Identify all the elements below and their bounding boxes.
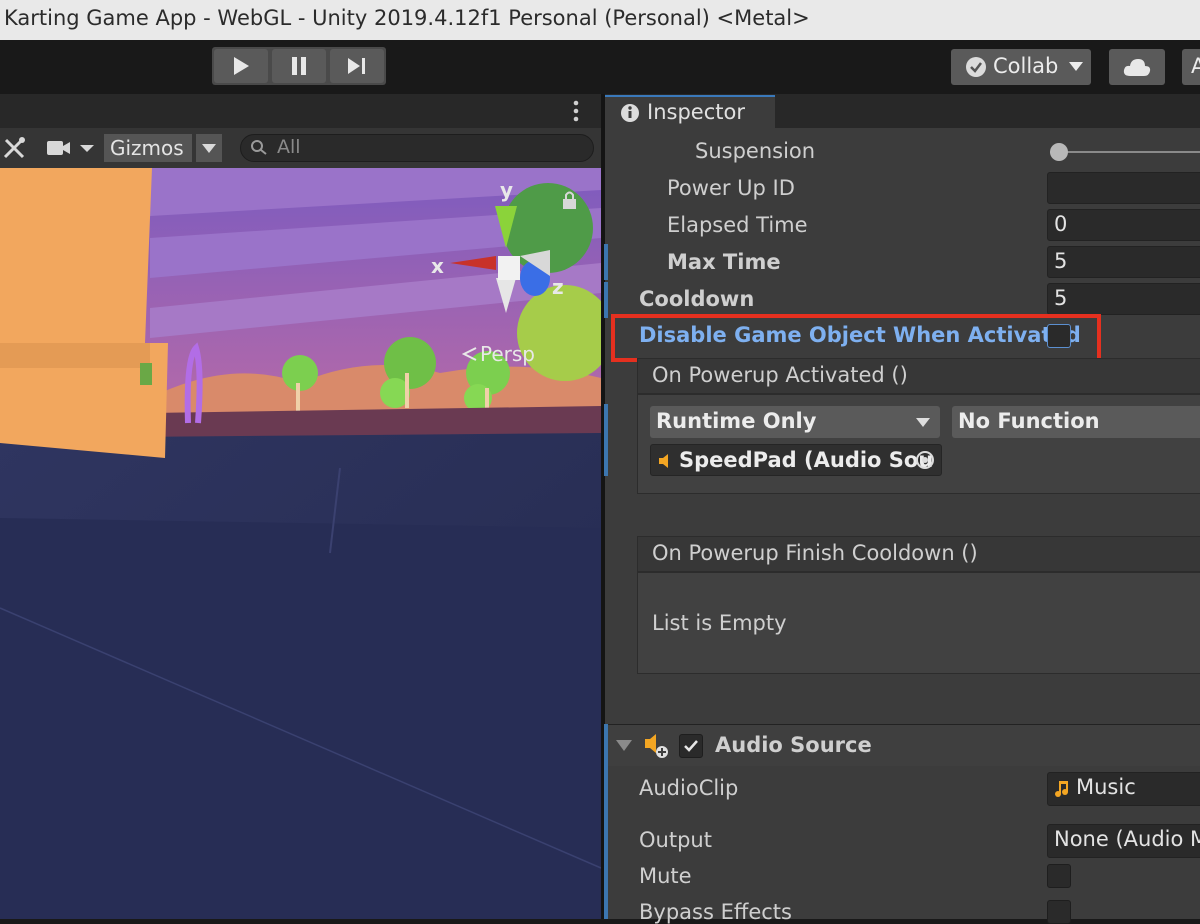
info-icon xyxy=(621,104,639,122)
scene-viewport[interactable]: y x z Persp xyxy=(0,168,601,919)
perspective-arrow-icon xyxy=(462,347,477,361)
step-button[interactable] xyxy=(330,49,384,83)
power-up-id-field[interactable] xyxy=(1047,172,1200,204)
cloud-button[interactable] xyxy=(1109,49,1165,85)
power-up-id-label: Power Up ID xyxy=(667,176,795,200)
camera-icon[interactable] xyxy=(46,137,98,159)
runtime-mode-dropdown[interactable]: Runtime Only xyxy=(650,406,940,438)
audio-source-title: Audio Source xyxy=(715,733,872,757)
axis-z-label: z xyxy=(552,275,564,299)
max-time-label: Max Time xyxy=(667,250,781,274)
modified-indicator xyxy=(604,724,608,919)
audioclip-label: AudioClip xyxy=(639,776,739,800)
max-time-field[interactable]: 5 xyxy=(1047,246,1200,278)
axis-y-label: y xyxy=(500,178,514,202)
suspension-slider[interactable] xyxy=(1050,140,1200,164)
projection-label[interactable]: Persp xyxy=(480,342,535,366)
output-label: Output xyxy=(639,828,712,852)
tab-inspector[interactable]: Inspector xyxy=(605,95,775,128)
step-icon xyxy=(348,58,365,74)
modified-indicator xyxy=(604,404,608,476)
play-icon xyxy=(234,57,249,75)
function-value: No Function xyxy=(958,409,1100,433)
window-title-bar: Karting Game App - WebGL - Unity 2019.4.… xyxy=(0,0,1200,40)
chevron-down-icon xyxy=(916,418,930,427)
cloud-icon xyxy=(1123,59,1151,76)
scene-tab-bar xyxy=(0,94,601,128)
list-empty-text: List is Empty xyxy=(652,611,787,635)
search-placeholder: All xyxy=(277,136,301,158)
mute-checkbox[interactable] xyxy=(1047,864,1071,888)
on-powerup-activated-title: On Powerup Activated () xyxy=(652,363,908,387)
audioclip-field[interactable]: Music xyxy=(1047,772,1200,806)
search-icon xyxy=(251,140,267,155)
mute-label: Mute xyxy=(639,864,692,888)
collab-button[interactable]: Collab xyxy=(951,49,1091,85)
kebab-menu-icon[interactable] xyxy=(572,100,580,122)
gizmos-label: Gizmos xyxy=(110,136,184,160)
audioclip-value: Music xyxy=(1076,775,1136,799)
elapsed-time-label: Elapsed Time xyxy=(667,213,808,237)
chevron-down-icon xyxy=(202,144,216,153)
on-powerup-finish-cooldown-list: List is Empty xyxy=(637,572,1200,674)
target-object-value: SpeedPad (Audio Sou xyxy=(679,448,934,472)
slider-track xyxy=(1050,151,1200,153)
modified-indicator xyxy=(604,282,608,318)
scene-search-input[interactable]: All xyxy=(240,134,594,162)
on-powerup-finish-cooldown-title: On Powerup Finish Cooldown () xyxy=(652,541,978,565)
audio-source-enabled-checkbox[interactable] xyxy=(679,734,703,758)
chevron-down-icon xyxy=(1069,62,1083,71)
pause-icon xyxy=(292,57,306,75)
axis-x-label: x xyxy=(431,254,444,278)
slider-thumb[interactable] xyxy=(1050,143,1068,161)
account-label: A xyxy=(1191,54,1200,78)
checkmark-icon xyxy=(684,740,698,752)
audio-source-icon xyxy=(659,454,668,468)
suspension-label: Suspension xyxy=(695,139,816,163)
window-title: Karting Game App - WebGL - Unity 2019.4.… xyxy=(4,6,810,30)
cooldown-field[interactable]: 5 xyxy=(1047,283,1200,315)
audio-source-component-header[interactable]: Audio Source xyxy=(605,724,1200,766)
main-toolbar: Collab A xyxy=(0,40,1200,94)
elapsed-time-field[interactable]: 0 xyxy=(1047,209,1200,241)
gizmos-button[interactable]: Gizmos xyxy=(104,134,192,162)
target-object-field[interactable]: SpeedPad (Audio Sou xyxy=(650,444,942,476)
modified-indicator xyxy=(604,244,608,280)
on-powerup-activated-header: On Powerup Activated () xyxy=(637,358,1200,394)
pause-button[interactable] xyxy=(272,49,326,83)
foldout-arrow-icon[interactable] xyxy=(616,740,632,752)
highlight-annotation xyxy=(611,314,1101,362)
on-powerup-finish-cooldown-header: On Powerup Finish Cooldown () xyxy=(637,536,1200,572)
music-note-icon xyxy=(1055,781,1068,797)
audio-source-icon xyxy=(645,734,668,758)
tools-icon[interactable] xyxy=(2,136,28,160)
output-field[interactable]: None (Audio M xyxy=(1047,824,1200,858)
play-button[interactable] xyxy=(214,49,268,83)
runtime-mode-value: Runtime Only xyxy=(656,409,817,433)
tab-inspector-label: Inspector xyxy=(647,100,745,124)
account-button[interactable]: A xyxy=(1182,49,1200,85)
cooldown-label: Cooldown xyxy=(639,287,755,311)
function-dropdown[interactable]: No Function xyxy=(952,406,1200,438)
object-picker-icon[interactable] xyxy=(915,450,935,470)
bypass-effects-checkbox[interactable] xyxy=(1047,900,1071,924)
check-circle-icon xyxy=(966,57,986,77)
gizmos-dropdown[interactable] xyxy=(196,134,222,162)
bypass-effects-label: Bypass Effects xyxy=(639,900,792,924)
collab-label: Collab xyxy=(993,54,1059,78)
